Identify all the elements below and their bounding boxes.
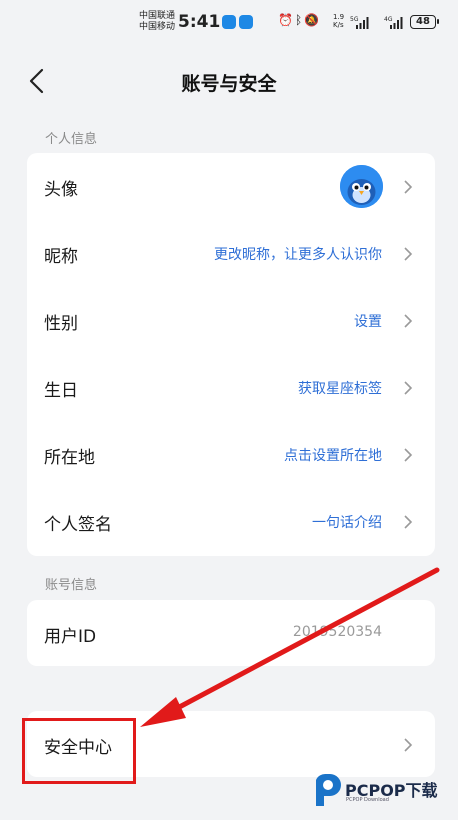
row-label: 生日 xyxy=(44,381,78,401)
bluetooth-icon: ᛒ xyxy=(294,13,305,27)
alarm-icon: ⏰ xyxy=(278,13,295,27)
row-label: 性别 xyxy=(44,314,78,334)
row-gender[interactable]: 性别 设置 xyxy=(27,287,435,354)
highlight-box xyxy=(22,718,136,784)
chevron-right-icon xyxy=(404,381,413,395)
row-label: 头像 xyxy=(44,180,78,200)
chevron-right-icon xyxy=(404,515,413,529)
bird-avatar-icon xyxy=(340,165,383,208)
row-value: 设置 xyxy=(354,314,382,330)
watermark-logo: PCPOP下载 PCPOP Download xyxy=(310,770,458,810)
row-label: 所在地 xyxy=(44,448,95,468)
signal-4g-icon: 4G xyxy=(384,16,403,29)
status-bar: 中国联通 中国移动 5:41 ⏰ᛒ🔕 1.9 K/s 5G 4G 48 xyxy=(0,0,458,44)
avatar[interactable] xyxy=(340,165,383,208)
watermark-subtext: PCPOP Download xyxy=(346,797,389,803)
network-speed: 1.9 K/s xyxy=(333,13,344,29)
chevron-right-icon xyxy=(404,738,413,752)
row-label: 昵称 xyxy=(44,247,78,267)
navigation-header: 账号与安全 xyxy=(0,55,458,105)
system-status-icons: ⏰ᛒ🔕 xyxy=(278,13,321,27)
carrier-1: 中国联通 xyxy=(139,11,176,21)
row-label: 用户ID xyxy=(44,627,97,647)
row-label: 个人签名 xyxy=(44,515,112,535)
pcpop-logo-icon xyxy=(316,773,341,806)
chevron-right-icon xyxy=(404,448,413,462)
app-notification-icon xyxy=(239,15,253,29)
carrier-names: 中国联通 中国移动 xyxy=(139,11,175,33)
sig1-label: 5G xyxy=(350,16,359,23)
row-value: 获取星座标签 xyxy=(298,381,382,397)
row-signature[interactable]: 个人签名 一句话介绍 xyxy=(27,488,435,555)
carrier-2: 中国移动 xyxy=(139,22,176,32)
row-location[interactable]: 所在地 点击设置所在地 xyxy=(27,421,435,488)
battery-icon: 48 xyxy=(410,15,439,29)
net-speed-value: 1.9 xyxy=(333,13,345,21)
page-title: 账号与安全 xyxy=(181,73,277,95)
section-label-personal: 个人信息 xyxy=(45,132,98,147)
row-birthday[interactable]: 生日 获取星座标签 xyxy=(27,354,435,421)
mute-icon: 🔕 xyxy=(304,13,322,27)
row-value: 更改昵称，让更多人认识你 xyxy=(214,247,382,263)
user-id-value[interactable]: 2019520354 xyxy=(293,624,382,640)
row-nickname[interactable]: 昵称 更改昵称，让更多人认识你 xyxy=(27,220,435,287)
message-app-icon xyxy=(222,15,236,29)
account-info-card: 用户ID 2019520354 xyxy=(27,600,435,666)
personal-info-card: 头像 昵称 更改昵称，让更多人认识你 性别 设置 生日 获取星座标签 所在地 点… xyxy=(27,153,435,556)
row-value: 一句话介绍 xyxy=(312,515,382,531)
signal-5g-icon: 5G xyxy=(350,16,369,29)
row-value: 点击设置所在地 xyxy=(284,448,382,464)
section-label-account: 账号信息 xyxy=(45,578,98,593)
net-speed-unit: K/s xyxy=(333,21,344,29)
chevron-right-icon xyxy=(404,314,413,328)
sig2-label: 4G xyxy=(384,16,393,23)
clock: 5:41 xyxy=(178,12,221,32)
row-user-id: 用户ID 2019520354 xyxy=(27,600,435,667)
chevron-right-icon xyxy=(404,247,413,261)
row-avatar[interactable]: 头像 xyxy=(27,153,435,220)
chevron-right-icon xyxy=(404,180,413,194)
